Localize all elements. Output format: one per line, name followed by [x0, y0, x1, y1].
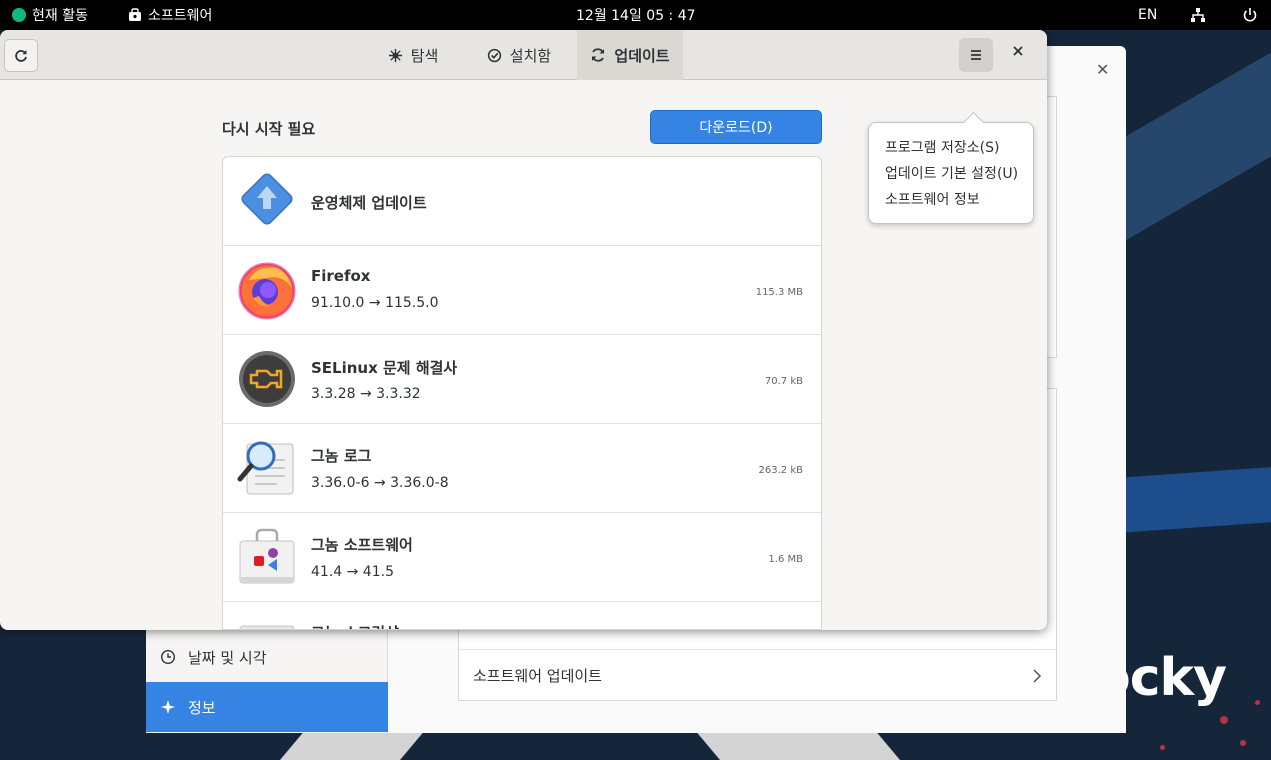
row-label: 소프트웨어 업데이트	[473, 667, 602, 685]
rocky-logo-icon	[12, 8, 26, 22]
tab-explore[interactable]: 탐색	[370, 30, 456, 80]
screenshot-icon	[239, 625, 295, 629]
tab-installed[interactable]: 설치함	[472, 30, 566, 80]
list-item[interactable]: 그놈 스크린샷	[223, 602, 821, 629]
tab-label: 설치함	[509, 46, 552, 65]
installed-check-icon	[487, 48, 501, 62]
sparkle-icon	[161, 700, 175, 714]
software-icon	[239, 528, 295, 584]
selinux-icon	[239, 351, 295, 407]
input-language-button[interactable]: EN	[1138, 0, 1157, 30]
software-bag-icon	[129, 8, 141, 21]
sidebar-item-label: 정보	[188, 698, 216, 717]
menu-item-about-software[interactable]: 소프트웨어 정보	[885, 189, 980, 209]
chevron-right-icon	[1033, 668, 1042, 683]
main-menu-popover: 프로그램 저장소(S) 업데이트 기본 설정(U) 소프트웨어 정보	[868, 122, 1034, 224]
update-name: 그놈 소프트웨어	[311, 536, 413, 554]
list-item[interactable]: Firefox 91.10.0 → 115.5.0 115.3 MB	[223, 246, 821, 335]
refresh-button[interactable]	[4, 39, 38, 72]
update-size: 115.3 MB	[755, 287, 803, 298]
list-item[interactable]: 그놈 로그 3.36.0-6 → 3.36.0-8 263.2 kB	[223, 424, 821, 513]
wallpaper-shape	[1118, 462, 1271, 533]
clock-button[interactable]: 12월 14일 05 : 47	[576, 0, 696, 30]
tab-updates[interactable]: 업데이트	[577, 30, 683, 80]
wallpaper-dot	[1240, 740, 1246, 746]
software-update-row[interactable]: 소프트웨어 업데이트	[459, 649, 1056, 701]
power-button[interactable]	[1242, 0, 1258, 30]
activities-label: 현재 활동	[32, 8, 88, 24]
explore-icon	[388, 48, 402, 62]
network-button[interactable]	[1190, 0, 1206, 30]
wallpaper-dot	[1255, 700, 1260, 705]
list-item[interactable]: 그놈 소프트웨어 41.4 → 41.5 1.6 MB	[223, 513, 821, 602]
update-name: 그놈 로그	[311, 447, 372, 465]
wallpaper-dot	[1220, 716, 1228, 724]
language-label: EN	[1138, 7, 1158, 23]
update-version: 3.36.0-6 → 3.36.0-8	[311, 475, 449, 491]
network-wired-icon	[1191, 8, 1205, 22]
update-size: 263.2 kB	[758, 465, 803, 476]
update-size: 1.6 MB	[768, 554, 803, 565]
firefox-icon	[238, 262, 296, 320]
settings-close-icon[interactable]: ✕	[1096, 60, 1109, 79]
update-name: 그놈 스크린샷	[311, 622, 399, 629]
logs-icon	[237, 441, 294, 495]
os-update-icon	[241, 173, 293, 225]
activities-button[interactable]: 현재 활동	[12, 0, 88, 30]
app-menu-button[interactable]: 소프트웨어	[128, 0, 212, 30]
clock-label: 12월 14일 05 : 47	[576, 8, 696, 24]
sidebar-item-datetime[interactable]: 날짜 및 시각	[146, 632, 388, 682]
main-menu-button[interactable]	[959, 38, 993, 72]
wallpaper-dot	[1160, 745, 1165, 750]
update-size: 70.7 kB	[764, 376, 803, 387]
list-item[interactable]: 운영체제 업데이트	[223, 157, 821, 246]
window-close-button[interactable]	[1012, 42, 1024, 61]
sidebar-item-label: 날짜 및 시각	[188, 648, 267, 667]
software-window: 탐색 설치함 업데이트 다시 시작 필요 다운로드(D) 운영체제 업데이트 F…	[0, 30, 1047, 630]
update-version: 41.4 → 41.5	[311, 564, 394, 580]
wallpaper-shape	[254, 730, 426, 760]
refresh-icon	[15, 49, 27, 62]
clock-icon	[160, 649, 176, 665]
update-name: Firefox	[311, 267, 371, 285]
top-bar: 현재 활동 소프트웨어 12월 14일 05 : 47 EN	[0, 0, 1271, 30]
list-item[interactable]: SELinux 문제 해결사 3.3.28 → 3.3.32 70.7 kB	[223, 335, 821, 424]
update-version: 3.3.28 → 3.3.32	[311, 386, 421, 402]
menu-item-repositories[interactable]: 프로그램 저장소(S)	[885, 137, 999, 157]
hamburger-menu-icon	[971, 50, 981, 60]
header-bar: 탐색 설치함 업데이트	[0, 30, 1047, 80]
app-name-label: 소프트웨어	[148, 8, 213, 24]
power-icon	[1243, 8, 1257, 22]
update-name: SELinux 문제 해결사	[311, 359, 458, 377]
update-version: 91.10.0 → 115.5.0	[311, 295, 439, 311]
update-name: 운영체제 업데이트	[311, 194, 427, 212]
sidebar-item-about[interactable]: 정보	[146, 682, 388, 732]
updates-list: 운영체제 업데이트 Firefox 91.10.0 → 115.5.0 115.…	[222, 156, 822, 630]
updates-icon	[592, 48, 605, 62]
close-icon	[1013, 46, 1023, 56]
menu-item-update-preferences[interactable]: 업데이트 기본 설정(U)	[885, 163, 1018, 183]
download-button[interactable]: 다운로드(D)	[650, 110, 822, 144]
tab-label: 업데이트	[614, 46, 670, 65]
tab-label: 탐색	[410, 46, 439, 65]
section-title: 다시 시작 필요	[222, 120, 316, 138]
wallpaper-shape	[694, 730, 926, 760]
